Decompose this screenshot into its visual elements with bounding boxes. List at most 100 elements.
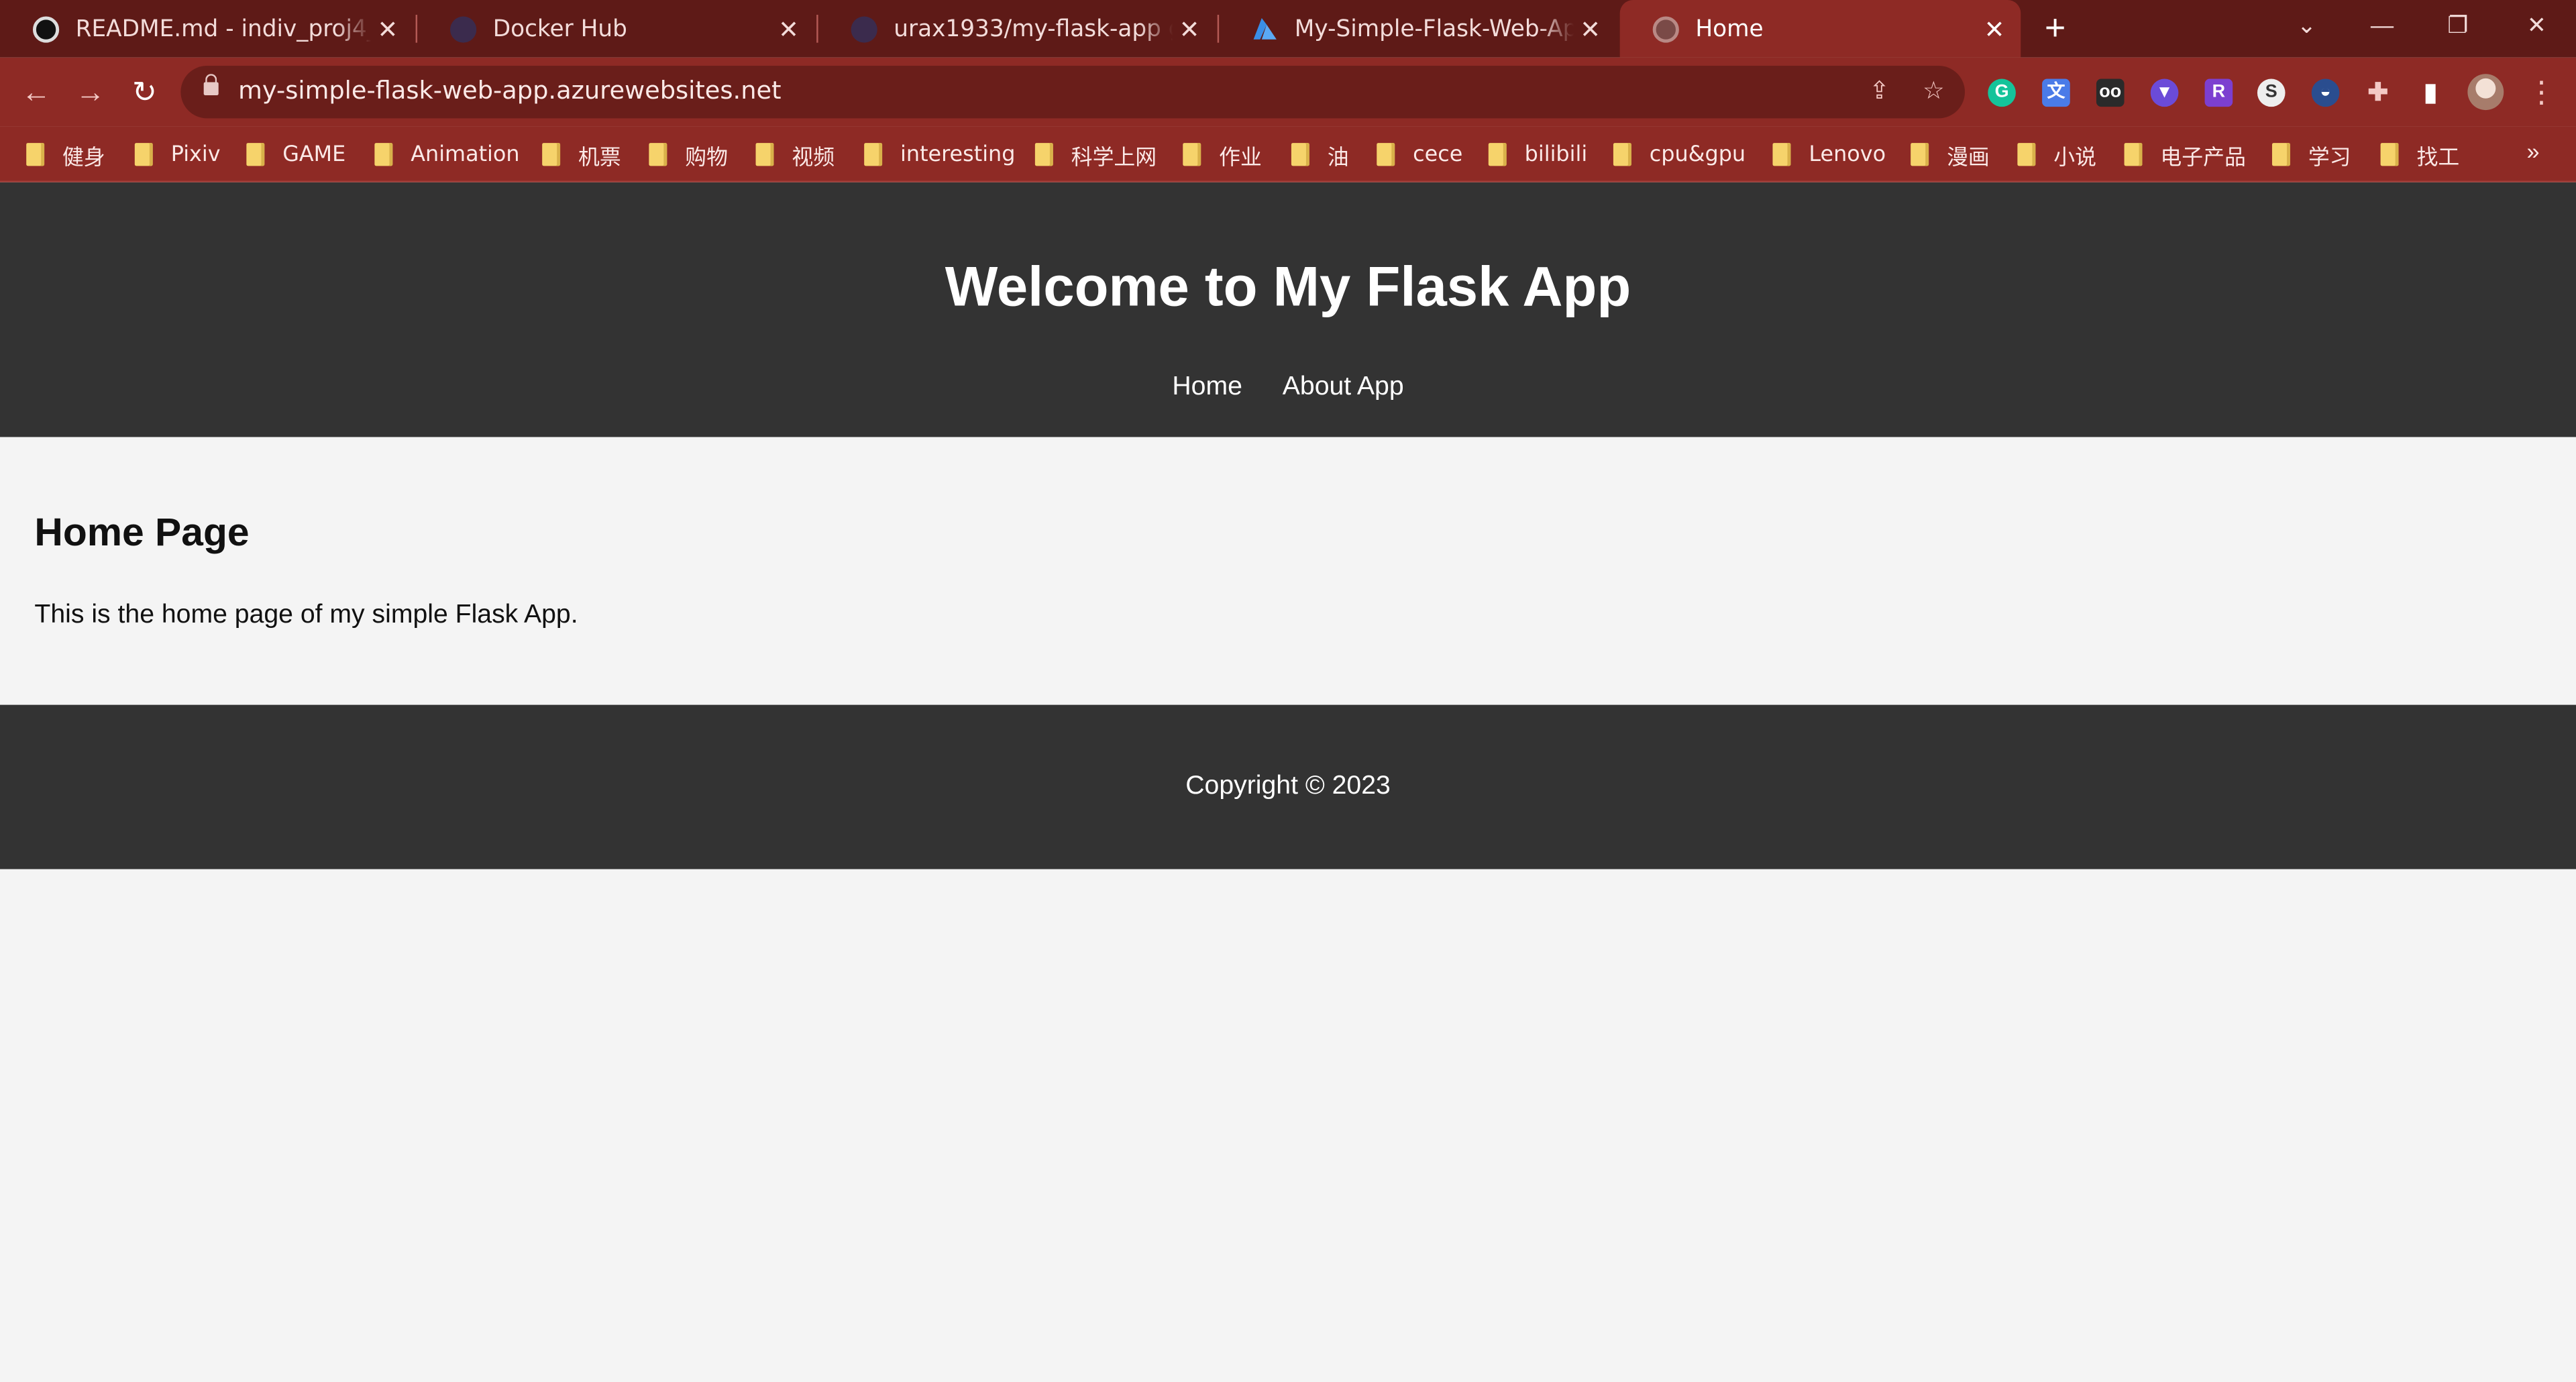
folder-icon — [1291, 143, 1309, 166]
translate-icon[interactable]: 文 — [2042, 78, 2070, 107]
folder-icon — [134, 143, 153, 166]
extension-r-icon[interactable]: R — [2204, 78, 2233, 107]
grammarly-icon[interactable]: G — [1988, 78, 2016, 107]
nav-link-home[interactable]: Home — [1172, 373, 1242, 401]
lock-icon — [203, 74, 219, 96]
bookmark-folder[interactable]: Pixiv — [134, 138, 221, 171]
tab-azure-portal[interactable]: My-Simple-Flask-Web-App - M ✕ — [1219, 0, 1617, 58]
minimize-button[interactable]: — — [2345, 0, 2420, 49]
bookmark-label: 作业 — [1219, 145, 1262, 170]
bookmark-folder[interactable]: Animation — [374, 138, 520, 171]
close-window-button[interactable]: ✕ — [2499, 0, 2575, 49]
bookmark-label: 视频 — [792, 145, 835, 170]
bookmark-label: GAME — [282, 142, 346, 167]
share-icon[interactable]: ⇪ — [1863, 76, 1896, 109]
globe-icon — [1652, 15, 1679, 42]
folder-icon — [1911, 143, 1929, 166]
bookmark-label: 找工 — [2416, 145, 2460, 170]
tab-flask-app-repo[interactable]: urax1933/my-flask-app genera ✕ — [818, 0, 1216, 58]
bookmark-label: interesting — [900, 142, 1016, 167]
more-menu-icon[interactable]: ⋮ — [2527, 72, 2557, 112]
folder-icon — [1034, 143, 1053, 166]
site-header: Welcome to My Flask App Home About App — [0, 182, 2576, 437]
bookmark-folder[interactable]: 油 — [1291, 138, 1349, 171]
bookmark-label: Lenovo — [1809, 142, 1886, 167]
address-bar[interactable]: my-simple-flask-web-app.azurewebsites.ne… — [180, 65, 1966, 119]
tab-title: Home — [1695, 15, 1764, 42]
restore-button[interactable]: ❐ — [2420, 0, 2496, 49]
tab-title: urax1933/my-flask-app genera — [894, 15, 1173, 42]
tab-docker-hub[interactable]: Docker Hub ✕ — [417, 0, 815, 58]
close-icon[interactable]: ✕ — [1574, 14, 1607, 44]
bookmark-folder[interactable]: GAME — [246, 138, 345, 171]
bookmark-folder[interactable]: bilibili — [1488, 138, 1587, 171]
web-page: Welcome to My Flask App Home About App H… — [0, 182, 2576, 1382]
page-heading: Home Page — [34, 511, 250, 555]
close-icon[interactable]: ✕ — [371, 14, 404, 44]
tab-home[interactable]: Home ✕ — [1619, 0, 2021, 58]
bookmark-label: 机票 — [578, 145, 621, 170]
nav-link-about[interactable]: About App — [1283, 373, 1404, 401]
bookmark-folder[interactable]: 学习 — [2271, 138, 2351, 171]
browser-tab-strip: README.md - indiv_proj4_yx2 ✕ Docker Hub… — [0, 0, 2576, 58]
bookmark-folder[interactable]: Lenovo — [1772, 138, 1886, 171]
extension-s-icon[interactable]: S — [2257, 78, 2286, 107]
tab-title: Docker Hub — [492, 15, 627, 42]
page-body-text: This is the home page of my simple Flask… — [34, 601, 578, 629]
reload-button[interactable]: ↻ — [123, 70, 166, 113]
docker-icon — [851, 15, 877, 42]
bookmark-folder[interactable]: interesting — [864, 138, 1015, 171]
more-bookmarks-icon[interactable]: » — [2527, 138, 2540, 164]
bookmark-label: 科学上网 — [1071, 145, 1157, 170]
close-icon[interactable]: ✕ — [1978, 14, 2011, 44]
bookmark-label: 健身 — [62, 145, 105, 170]
bookmark-folder[interactable]: 作业 — [1183, 138, 1262, 171]
bookmark-label: 油 — [1327, 145, 1349, 170]
tab-title: README.md - indiv_proj4_yx2 — [75, 15, 372, 42]
bookmark-label: 小说 — [2053, 145, 2096, 170]
extensions-puzzle-icon[interactable]: ✚ — [2364, 79, 2392, 107]
folder-icon — [2380, 143, 2399, 166]
bookmark-folder[interactable]: 购物 — [649, 138, 728, 171]
bookmark-folder[interactable]: 小说 — [2017, 138, 2096, 171]
extension-vpn-icon[interactable]: ◒ — [2311, 78, 2340, 107]
new-tab-button[interactable]: + — [2037, 9, 2074, 46]
bookmark-folder[interactable]: 找工 — [2380, 138, 2460, 171]
bookmark-label: cpu&gpu — [1649, 142, 1746, 167]
site-nav: Home About App — [0, 373, 2576, 403]
bookmark-star-icon[interactable]: ☆ — [1917, 76, 1950, 109]
forward-button[interactable]: → — [69, 70, 112, 113]
side-panel-icon[interactable]: ▮ — [2416, 79, 2445, 107]
tab-readme[interactable]: README.md - indiv_proj4_yx2 ✕ — [0, 0, 414, 58]
profile-avatar[interactable] — [2467, 74, 2504, 111]
bookmark-folder[interactable]: cpu&gpu — [1613, 138, 1746, 171]
back-button[interactable]: ← — [15, 70, 58, 113]
folder-icon — [755, 143, 774, 166]
folder-icon — [864, 143, 883, 166]
folder-icon — [26, 143, 45, 166]
bookmark-folder[interactable]: 健身 — [26, 138, 105, 171]
url-text[interactable]: my-simple-flask-web-app.azurewebsites.ne… — [238, 76, 781, 105]
docker-icon — [450, 15, 477, 42]
folder-icon — [542, 143, 561, 166]
extension-glasses-icon[interactable]: oo — [2096, 78, 2125, 107]
folder-icon — [1183, 143, 1201, 166]
bookmark-label: 学习 — [2308, 145, 2351, 170]
bookmark-folder[interactable]: 电子产品 — [2124, 138, 2246, 171]
close-icon[interactable]: ✕ — [1173, 14, 1206, 44]
close-icon[interactable]: ✕ — [772, 14, 805, 44]
bookmark-folder[interactable]: cece — [1377, 138, 1462, 171]
bookmark-folder[interactable]: 视频 — [755, 138, 835, 171]
extension-shield-icon[interactable]: ▾ — [2150, 78, 2179, 107]
bookmark-folder[interactable]: 机票 — [542, 138, 621, 171]
folder-icon — [374, 143, 393, 166]
bookmark-folder[interactable]: 科学上网 — [1034, 138, 1157, 171]
tab-search-icon[interactable]: ⌄ — [2269, 0, 2345, 49]
folder-icon — [246, 143, 265, 166]
folder-icon — [1772, 143, 1791, 166]
bookmark-label: cece — [1413, 142, 1463, 167]
folder-icon — [649, 143, 667, 166]
bookmark-label: Animation — [411, 142, 520, 167]
folder-icon — [2124, 143, 2143, 166]
bookmark-folder[interactable]: 漫画 — [1911, 138, 1990, 171]
